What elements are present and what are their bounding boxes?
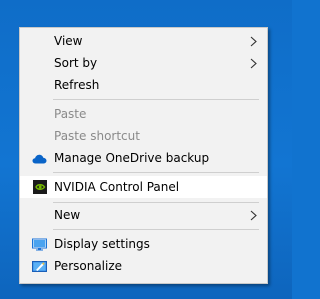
chevron-right-icon <box>250 58 257 69</box>
personalize-icon <box>32 259 47 274</box>
menu-item-view[interactable]: View <box>20 31 267 52</box>
menu-item-display-settings[interactable]: Display settings <box>20 234 267 255</box>
menu-item-paste-shortcut[interactable]: Paste shortcut <box>20 126 267 147</box>
menu-item-label: Refresh <box>54 78 100 92</box>
menu-item-paste[interactable]: Paste <box>20 104 267 125</box>
menu-item-new[interactable]: New <box>20 205 267 226</box>
menu-item-label: Manage OneDrive backup <box>54 151 210 165</box>
menu-item-label: View <box>54 34 83 48</box>
menu-item-label: Sort by <box>54 56 98 70</box>
menu-item-nvidia-control-panel[interactable]: NVIDIA Control Panel <box>20 176 267 198</box>
menu-separator <box>53 229 259 230</box>
menu-item-manage-onedrive-backup[interactable]: Manage OneDrive backup <box>20 148 267 169</box>
menu-item-label: Paste shortcut <box>54 129 140 143</box>
nvidia-icon <box>32 179 47 194</box>
menu-item-label: Paste <box>54 107 87 121</box>
menu-item-label: Display settings <box>54 237 150 251</box>
desktop-context-menu: View Sort by Refresh Paste Paste shortcu… <box>19 27 268 284</box>
menu-item-sort-by[interactable]: Sort by <box>20 53 267 74</box>
menu-item-personalize[interactable]: Personalize <box>20 256 267 277</box>
menu-item-label: Personalize <box>54 259 123 273</box>
menu-separator <box>53 202 259 203</box>
onedrive-cloud-icon <box>32 151 47 166</box>
chevron-right-icon <box>250 210 257 221</box>
display-icon <box>32 237 47 252</box>
menu-item-label: NVIDIA Control Panel <box>54 180 180 194</box>
menu-separator <box>53 172 259 173</box>
menu-separator <box>53 99 259 100</box>
menu-item-refresh[interactable]: Refresh <box>20 75 267 96</box>
menu-item-label: New <box>54 208 81 222</box>
chevron-right-icon <box>250 36 257 47</box>
